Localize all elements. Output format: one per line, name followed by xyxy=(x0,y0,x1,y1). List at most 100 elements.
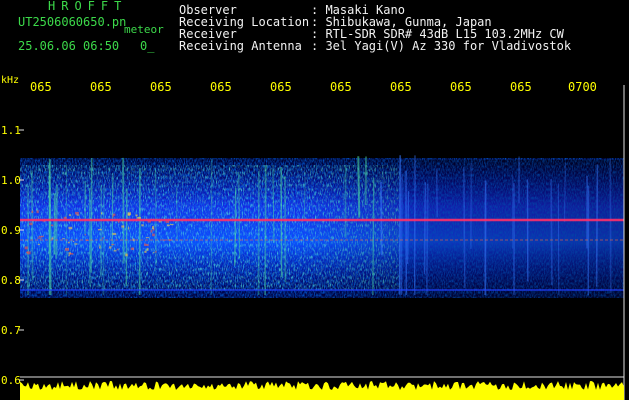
signal-fleck xyxy=(109,246,112,249)
signal-fleck xyxy=(102,237,104,239)
spectrogram-plot: kHz 1.1 1.0 0.9 0.8 0.7 0.6 065 065 065 065 065 065… xyxy=(1,75,629,400)
signal-fleck xyxy=(68,214,72,216)
signal-fleck xyxy=(146,248,149,251)
y-tick-label: 0.8 xyxy=(1,274,21,287)
signal-fleck xyxy=(84,234,86,236)
x-tick-label: 0700 xyxy=(568,80,597,94)
signal-streak xyxy=(111,175,114,248)
signal-fleck xyxy=(146,244,149,246)
signal-fleck xyxy=(163,239,165,241)
signal-fleck xyxy=(141,224,144,227)
signal-fleck xyxy=(72,240,75,243)
signal-fleck xyxy=(50,224,54,227)
signal-fleck xyxy=(135,214,138,217)
signal-fleck xyxy=(152,233,155,237)
signal-streak xyxy=(423,182,427,275)
signal-fleck xyxy=(170,223,174,226)
signal-fleck xyxy=(75,211,79,215)
x-tick-label: 065 xyxy=(450,80,472,94)
x-tick-label: 065 xyxy=(390,80,412,94)
signal-streak xyxy=(53,193,56,255)
signal-streak xyxy=(238,172,241,259)
signal-streak xyxy=(407,191,410,264)
y-tick-label: 1.0 xyxy=(1,174,21,187)
signal-streak xyxy=(372,177,375,296)
signal-streak xyxy=(176,187,178,241)
signal-fleck xyxy=(121,225,125,228)
signal-streak xyxy=(463,167,466,289)
signal-fleck xyxy=(76,214,80,216)
signal-fleck xyxy=(152,228,155,231)
signal-fleck xyxy=(112,232,117,236)
signal-fleck xyxy=(31,210,34,213)
meteor-label: meteor xyxy=(124,23,164,36)
signal-fleck xyxy=(99,245,101,247)
signal-streak xyxy=(125,188,128,287)
spectrogram-panel: kHz 1.1 1.0 0.9 0.8 0.7 0.6 065 065 065 065 065 065… xyxy=(0,60,629,400)
signal-streak xyxy=(425,183,429,296)
signal-fleck xyxy=(145,237,150,239)
x-tick-label: 065 xyxy=(510,80,532,94)
signal-fleck xyxy=(127,213,131,216)
signal-fleck xyxy=(68,226,73,230)
signal-fleck xyxy=(132,238,135,242)
signal-fleck xyxy=(24,246,28,250)
signal-fleck xyxy=(155,250,157,253)
x-tick-label: 065 xyxy=(90,80,112,94)
y-tick-label: 0.6 xyxy=(1,374,21,387)
signal-fleck xyxy=(68,254,70,257)
y-tick-label: 1.1 xyxy=(1,124,21,137)
signal-fleck xyxy=(112,213,116,216)
signal-streak xyxy=(469,163,473,249)
signal-streak xyxy=(380,181,383,256)
signal-fleck xyxy=(37,237,42,239)
signal-streak xyxy=(55,184,58,259)
signal-streak xyxy=(550,179,553,286)
signal-fleck xyxy=(167,224,170,227)
x-tick-label: 065 xyxy=(150,80,172,94)
signal-streak xyxy=(595,164,599,287)
noise-floor-trace xyxy=(20,381,624,400)
signal-fleck xyxy=(144,250,147,253)
signal-fleck xyxy=(130,247,135,251)
signal-fleck xyxy=(74,243,78,245)
signal-fleck xyxy=(113,250,117,252)
filename-label: UT2506060650.pn xyxy=(18,15,127,29)
signal-fleck xyxy=(37,243,40,245)
x-tick-label: 065 xyxy=(210,80,232,94)
signal-fleck xyxy=(98,228,102,231)
signal-fleck xyxy=(137,216,141,219)
signal-fleck xyxy=(99,246,101,249)
signal-fleck xyxy=(152,226,155,230)
x-tick-label: 065 xyxy=(330,80,352,94)
signal-fleck xyxy=(51,237,54,240)
antenna-label: Receiving Antenna xyxy=(179,39,302,53)
signal-fleck xyxy=(116,248,119,251)
signal-streak xyxy=(264,164,267,296)
datetime-label: 25.06.06 06:50 xyxy=(18,39,120,53)
signal-streak xyxy=(234,188,237,266)
signal-fleck xyxy=(62,238,65,240)
signal-fleck xyxy=(111,243,115,246)
signal-streak xyxy=(609,158,612,293)
x-tick-label: 065 xyxy=(270,80,292,94)
y-axis-unit: kHz xyxy=(1,75,19,86)
signal-fleck xyxy=(38,235,43,238)
signal-fleck xyxy=(153,251,155,254)
signal-fleck xyxy=(65,247,69,251)
signal-fleck xyxy=(25,251,28,254)
signal-fleck xyxy=(63,216,67,219)
signal-streak xyxy=(357,156,361,218)
signal-streak xyxy=(30,170,34,281)
signal-fleck xyxy=(128,227,130,230)
signal-fleck xyxy=(125,253,128,257)
x-tick-label: 065 xyxy=(30,80,52,94)
antenna-value: : 3el Yagi(V) Az 330 for Vladivostok xyxy=(311,39,572,53)
y-tick-label: 0.7 xyxy=(1,324,21,337)
signal-streak xyxy=(122,157,125,264)
signal-fleck xyxy=(150,229,153,233)
signal-fleck xyxy=(112,215,114,218)
signal-streak xyxy=(90,158,93,273)
signal-fleck xyxy=(144,243,147,247)
signal-streak xyxy=(435,168,438,218)
